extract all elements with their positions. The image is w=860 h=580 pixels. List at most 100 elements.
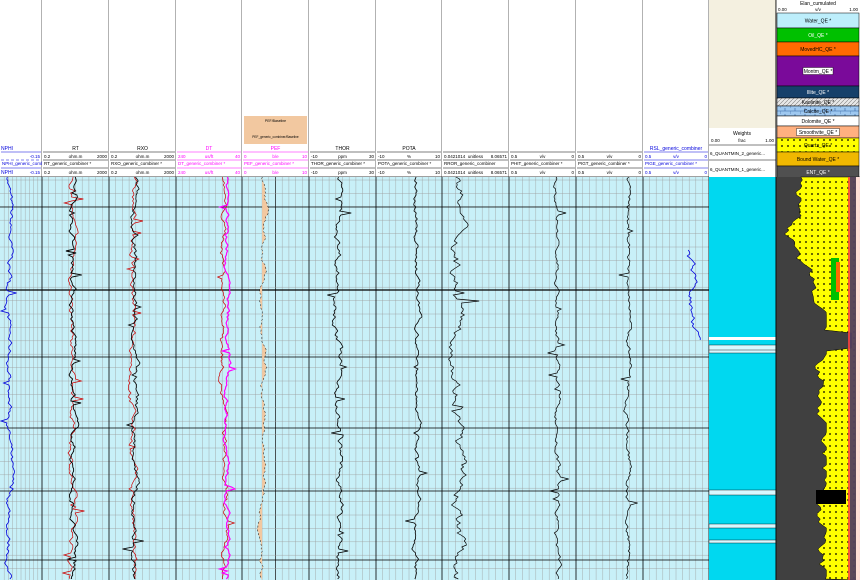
lith-illite	[850, 177, 856, 580]
track-header-rxo[interactable]: RXO 0.2 ohm.m 2000RXO_generic_combiner * 0.2…	[109, 0, 177, 177]
weights-header-bg	[709, 0, 776, 128]
curve-name: POTA_generic_combiner *	[378, 161, 431, 166]
log-canvas[interactable]: -0.15NPHI_generic_combiner *-0.15NPHINPH…	[0, 0, 860, 580]
legend-label: Bound Water_QE *	[797, 157, 839, 163]
scale-left-bottom: 0.2	[111, 170, 118, 175]
pef-legend: PEF/Baseline PEF_generic_combiner/Baselin…	[244, 116, 307, 144]
plot-area[interactable]	[0, 176, 710, 580]
curve-name: PIGT_generic_combiner *	[578, 161, 630, 166]
track-header-pota[interactable]: POTA -10% 10 POTA_generic_combiner * -10% 10	[376, 0, 443, 177]
scale-unit-bottom: %	[407, 170, 411, 175]
track-header-thor[interactable]: THOR -10 ppm 30 THOR_generic_combiner * -10 pp…	[309, 0, 377, 177]
scale-left: 0.0421014	[444, 154, 466, 159]
weights-band	[708, 489, 777, 496]
scale-left: 0.5	[511, 154, 518, 159]
weights-scale-unit: frac	[738, 138, 746, 143]
track-header-pigt[interactable]: 0.5 v/v 0PIGT_generic_combiner *0.5 v/v 0	[576, 0, 644, 177]
scale-left: 0.5	[578, 154, 585, 159]
legend-label: Water_QE *	[805, 18, 832, 24]
curve-name: DT_generic_combiner *	[178, 161, 226, 166]
legend-item-9[interactable]: Quartz_QE *	[776, 137, 860, 153]
pef-legend-label: PEF/Baseline	[265, 119, 286, 123]
well-log-viewer[interactable]: -0.15 NPHI_generic_combiner * -0.15 NPHI NPH…	[0, 0, 860, 580]
scale-unit-bottom: v/v	[673, 170, 680, 175]
weights-track[interactable]: Weights 0.00 frac 1.00 6_QUANTMIN_2_generic.…	[708, 0, 777, 580]
legend-item-5[interactable]: Kaolinite_QE *	[776, 97, 860, 107]
legend-label: Montm_QE *	[804, 69, 833, 75]
legend-item-4[interactable]: Illite_QE *	[776, 85, 860, 99]
scale-left-bottom: 0.5	[645, 170, 652, 175]
legend-label: Quartz_QE *	[804, 143, 832, 149]
track-header-pige[interactable]: RSL_generic_combiner0.5 v/v 0PIGE_generic_…	[643, 0, 710, 177]
legend-item-3[interactable]: Montm_QE *	[776, 55, 860, 87]
legend-item-6[interactable]: Calcite_QE *	[776, 105, 860, 117]
legend-item-1[interactable]: Oil_QE *	[776, 27, 860, 43]
legend-label: Illite_QE *	[807, 90, 829, 96]
weights-scale-right: 1.00	[765, 138, 774, 143]
scale-unit: ppm	[338, 154, 347, 159]
legend-item-10[interactable]: Bound Water_QE *	[776, 151, 860, 167]
curve-name: RXO_generic_combiner *	[111, 161, 162, 166]
scale-unit: v/v	[540, 154, 547, 159]
curve-name: PHIT_generic_combiner *	[511, 161, 563, 166]
lith-movedhc	[836, 262, 840, 292]
scale-right: 30	[369, 154, 375, 159]
weights-band	[708, 349, 777, 354]
legend-item-2[interactable]: MovedHC_QE *	[776, 41, 860, 57]
track-title: PEF	[271, 146, 281, 152]
elan-scale-right: 1.00	[849, 7, 858, 12]
scale-unit-bottom: ohm.m	[136, 170, 150, 175]
scale-unit: us/ft	[205, 154, 214, 159]
scale-right-bottom: 2000	[164, 170, 175, 175]
scale-right-bottom: 30	[369, 170, 375, 175]
scale-right: 10	[435, 154, 441, 159]
weights-title: Weights	[733, 131, 751, 137]
elan-scale-left: 0.00	[778, 7, 787, 12]
scale-left: 240	[178, 154, 186, 159]
legend-item-11[interactable]: ENT_QE *	[776, 165, 860, 179]
scale-right-bottom: 8.06571	[491, 170, 508, 175]
track-header-pef[interactable]: PEF0 b/e 10PEF_generic_combiner *0 b/e 10	[242, 0, 310, 177]
track-headers: -0.15NPHI_generic_combiner *-0.15NPHINPH…	[0, 0, 710, 178]
pef-legend-label: PEF_generic_combiner/Baseline	[252, 135, 299, 139]
scale-left-bottom: -10	[311, 170, 318, 175]
scale-left-bottom: -10	[378, 170, 385, 175]
track-header-rror[interactable]: 0.0421014 unitless 8.06571RROR_generic_com…	[442, 0, 510, 177]
track-header-phit[interactable]: 0.5 v/v 0PHIT_generic_combiner *0.5 v/v 0	[509, 0, 577, 177]
scale-right: 40	[235, 154, 241, 159]
track-title: RT	[72, 146, 79, 152]
track-header-bg	[576, 0, 643, 177]
scale-right: 2000	[164, 154, 175, 159]
scale-left-bottom: 0.5	[511, 170, 518, 175]
weights-band	[708, 539, 777, 544]
legend-label: Dolomite_QE *	[801, 119, 834, 125]
scale-unit-bottom: ppm	[338, 170, 347, 175]
track-title: RSL_generic_combiner	[650, 146, 703, 152]
weights-scale-left: 0.00	[711, 138, 720, 143]
scale-unit-bottom: v/v	[607, 170, 614, 175]
scale-unit: v/v	[673, 154, 680, 159]
scale-right-bottom: 2000	[97, 170, 108, 175]
weights-fill-lower-cyan	[709, 340, 776, 580]
curve-name: RT_generic_combiner *	[44, 161, 91, 166]
elan-track[interactable]: Elan_cumulated0.00 v/v 1.00Water_QE *Oil_Q…	[775, 0, 860, 580]
legend-label: Oil_QE *	[808, 33, 828, 39]
scale-left-bottom: 0.5	[578, 170, 585, 175]
lith-dark	[816, 490, 846, 504]
track-title: POTA	[402, 146, 416, 152]
legend-label: Smoothvite_QE *	[799, 130, 837, 136]
scale-right-bottom: 10	[302, 170, 308, 175]
legend-label: ENT_QE *	[806, 170, 829, 176]
track-title: THOR	[335, 146, 350, 152]
track-header-dt[interactable]: DT 240 us/ft 40 DT_generic_combiner * 240 us/f…	[176, 0, 243, 177]
scale-right-bottom: 10	[435, 170, 441, 175]
curve-name: RROR_generic_combiner	[444, 161, 496, 166]
track-header-bg	[442, 0, 509, 177]
legend-item-0[interactable]: Water_QE *	[776, 12, 860, 29]
legend-item-7[interactable]: Dolomite_QE *	[776, 115, 860, 127]
scale-unit-bottom: b/e	[272, 170, 279, 175]
legend-item-8[interactable]: Smoothvite_QE *	[776, 125, 860, 139]
track-header-rt[interactable]: RT 0.2 ohm.m 2000 RT_generic_combiner * 0.2 oh…	[42, 0, 110, 177]
scale-left-bottom: 0.2	[44, 170, 51, 175]
track-title: RXO	[137, 146, 148, 152]
